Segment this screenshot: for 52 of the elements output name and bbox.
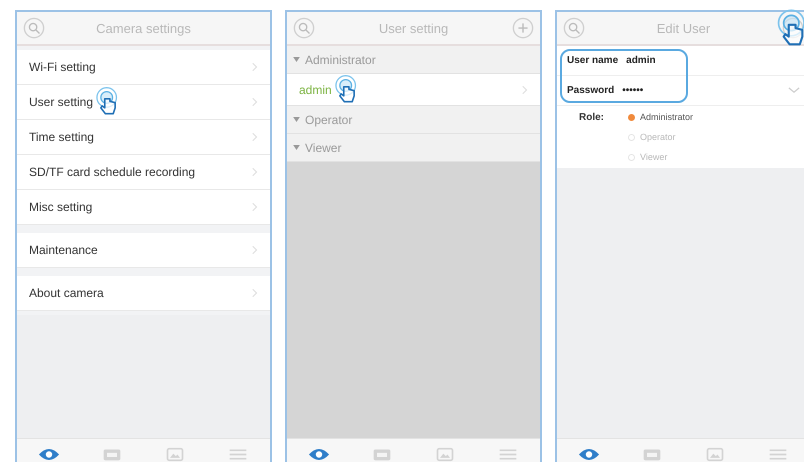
item-label: Maintenance (29, 243, 98, 257)
search-icon[interactable] (23, 17, 45, 39)
item-label: SD/TF card schedule recording (29, 165, 196, 179)
field-label: User name (567, 55, 618, 66)
search-icon[interactable] (563, 17, 585, 39)
image-icon[interactable] (164, 447, 185, 462)
screen-title: Edit User (656, 20, 710, 36)
role-label: Role: (579, 112, 604, 125)
section-label: Viewer (305, 140, 342, 154)
input-field[interactable]: admin (626, 55, 656, 66)
chevron-right-icon (252, 167, 258, 177)
screen-title: Camera settings (96, 20, 191, 36)
settings-item[interactable]: User setting (17, 85, 270, 120)
sliders-icon[interactable] (766, 447, 789, 462)
settings-item[interactable]: SD/TF card schedule recording (17, 155, 270, 190)
settings-item[interactable]: Maintenance (17, 233, 270, 268)
chevron-right-icon (252, 62, 258, 72)
search-icon[interactable] (293, 17, 315, 39)
role-option[interactable]: Administrator (628, 112, 694, 122)
chevron-right-icon (252, 132, 258, 142)
settings-item[interactable]: About camera (17, 276, 270, 311)
section-label: Operator (305, 112, 352, 126)
section-label: Administrator (305, 52, 376, 66)
field-label: Password (567, 85, 614, 96)
screen-title: User setting (378, 20, 448, 36)
folder-icon[interactable] (372, 447, 392, 462)
input-field[interactable]: •••••• (622, 85, 644, 96)
sliders-icon[interactable] (226, 447, 249, 462)
folder-icon[interactable] (102, 447, 122, 462)
chevron-right-icon (252, 288, 258, 298)
chevron-right-icon (252, 202, 258, 212)
item-label: Time setting (29, 130, 94, 144)
chevron-right-icon (252, 97, 258, 107)
user-name: admin (299, 82, 332, 96)
sliders-icon[interactable] (496, 447, 519, 462)
chevron-right-icon (252, 245, 258, 255)
eye-icon[interactable] (578, 447, 600, 462)
add-icon[interactable] (512, 17, 534, 39)
settings-item[interactable]: Wi-Fi setting (17, 50, 270, 85)
chevron-down-icon[interactable] (788, 87, 800, 94)
image-icon[interactable] (704, 447, 725, 462)
item-label: Misc setting (29, 200, 92, 214)
settings-item[interactable]: Misc setting (17, 190, 270, 225)
chevron-right-icon (522, 84, 528, 94)
settings-item[interactable]: Time setting (17, 120, 270, 155)
eye-icon[interactable] (308, 447, 330, 462)
folder-icon[interactable] (642, 447, 662, 462)
item-label: Wi-Fi setting (29, 60, 96, 74)
item-label: User setting (29, 95, 94, 109)
item-label: About camera (29, 286, 104, 300)
eye-icon[interactable] (38, 447, 60, 462)
image-icon[interactable] (434, 447, 455, 462)
